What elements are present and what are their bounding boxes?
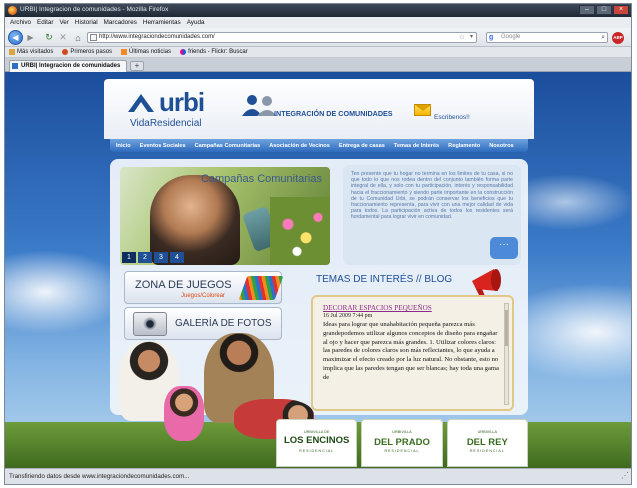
bookmarks-toolbar: Más visitados Primeros pasos Últimas not… <box>5 47 631 58</box>
nav-entrega-de-casas[interactable]: Entrega de casas <box>339 143 385 149</box>
brand-links: URBIVILLA DE LOS ENCINOS RESIDENCIAL URB… <box>276 419 528 467</box>
crayons-icon <box>238 276 284 300</box>
urbi-logo-word[interactable]: urbi <box>159 89 205 115</box>
campaign-slider[interactable]: Campañas Comunitarias 1 2 3 4 <box>120 167 330 265</box>
urbi-logo-sub: VidaResidencial <box>130 118 202 129</box>
stop-button[interactable]: ✕ <box>57 31 69 44</box>
site-nav: Inicio Eventos Sociales Campañas Comunit… <box>110 139 528 152</box>
urbi-logo-mark[interactable] <box>126 92 156 114</box>
home-button[interactable]: ⌂ <box>72 31 84 44</box>
blog-post-date: 16 Jul 2009 7:44 pm <box>323 313 373 319</box>
menu-herramientas[interactable]: Herramientas <box>143 19 181 26</box>
firefox-icon <box>8 6 17 15</box>
maximize-button[interactable]: □ <box>596 5 612 15</box>
address-bar[interactable]: http://www.integraciondecomunidades.com/… <box>87 32 477 43</box>
zona-de-juegos-banner[interactable]: ZONA DE JUEGOS Juegos/Colorear <box>124 271 284 304</box>
close-button[interactable]: × <box>613 5 629 15</box>
slider-title: Campañas Comunitarias <box>200 173 322 185</box>
contact-link[interactable]: Escribenos!! <box>434 114 470 121</box>
google-icon[interactable]: g <box>489 33 493 42</box>
title-bar: URBI| Integracion de comunidades - Mozil… <box>5 4 631 17</box>
history-dropdown-icon[interactable]: ▾ <box>470 33 473 42</box>
bookmark-ultimas-noticias[interactable]: Últimas noticias <box>121 49 171 55</box>
folder-icon <box>9 49 15 55</box>
menu-ver[interactable]: Ver <box>59 19 68 26</box>
menu-historial[interactable]: Historial <box>75 19 98 26</box>
slider-page-3[interactable]: 3 <box>154 252 168 263</box>
brand-del-rey[interactable]: URBIVILLA DEL REY RESIDENCIAL <box>446 419 528 467</box>
reload-button[interactable]: ↻ <box>43 31 55 44</box>
new-tab-button[interactable]: + <box>130 61 144 71</box>
intro-text: Ten presente que tu hogar no termina en … <box>351 171 513 221</box>
status-bar: Transfiriendo datos desde www.integracio… <box>5 468 631 484</box>
bookmark-primeros-pasos[interactable]: Primeros pasos <box>62 49 112 55</box>
menu-bar: Archivo Editar Ver Historial Marcadores … <box>5 17 631 28</box>
nav-inicio[interactable]: Inicio <box>116 143 131 149</box>
browser-window: URBI| Integracion de comunidades - Mozil… <box>4 3 632 485</box>
nav-reglamento[interactable]: Reglamento <box>448 143 480 149</box>
menu-ayuda[interactable]: Ayuda <box>187 19 205 26</box>
bookmark-mas-visitados[interactable]: Más visitados <box>9 49 53 55</box>
tab-strip: URBI| Integracion de comunidades + <box>5 58 631 72</box>
tab-urbi[interactable]: URBI| Integracion de comunidades <box>9 60 127 72</box>
navigation-toolbar: ◀ ▶ ↻ ✕ ⌂ http://www.integraciondecomuni… <box>5 28 631 47</box>
menu-editar[interactable]: Editar <box>37 19 53 26</box>
speech-bubble-icon: ··· <box>490 237 518 259</box>
menu-marcadores[interactable]: Marcadores <box>104 19 137 26</box>
window-title: URBI| Integracion de comunidades - Mozil… <box>20 6 169 13</box>
megaphone-icon <box>472 269 501 297</box>
tab-title: URBI| Integracion de comunidades <box>21 63 121 69</box>
slider-page-4[interactable]: 4 <box>170 252 184 263</box>
firefox-small-icon <box>62 49 69 55</box>
nav-temas-de-interes[interactable]: Temas de Interés <box>394 143 439 149</box>
flowers-image <box>270 197 330 265</box>
nav-campanas-comunitarias[interactable]: Campañas Comunitarias <box>195 143 261 149</box>
resize-grip-icon[interactable]: ⋰ <box>621 472 629 480</box>
slider-page-2[interactable]: 2 <box>138 252 152 263</box>
envelope-icon[interactable] <box>414 104 431 116</box>
slider-pager: 1 2 3 4 <box>122 252 184 263</box>
galeria-de-fotos-title: GALERÍA DE FOTOS <box>175 318 272 329</box>
tab-favicon <box>12 63 18 69</box>
back-button[interactable]: ◀ <box>8 30 23 45</box>
url-text: http://www.integraciondecomunidades.com/ <box>99 34 215 40</box>
blog-scrollbar[interactable] <box>504 303 509 405</box>
slider-page-1[interactable]: 1 <box>122 252 136 263</box>
galeria-de-fotos-banner[interactable]: GALERÍA DE FOTOS <box>124 307 282 340</box>
site-identity-icon[interactable] <box>90 34 97 41</box>
family-girl <box>164 386 204 441</box>
bookmark-star-icon[interactable]: ☆ <box>459 33 465 42</box>
flickr-icon <box>180 49 187 55</box>
nav-eventos-sociales[interactable]: Eventos Sociales <box>140 143 186 149</box>
blog-heading: TEMAS DE INTERÉS // BLOG <box>316 274 453 285</box>
brand-los-encinos[interactable]: URBIVILLA DE LOS ENCINOS RESIDENCIAL <box>276 419 358 467</box>
nav-asociacion-de-vecinos[interactable]: Asociación de Vecinos <box>269 143 330 149</box>
zona-de-juegos-subtitle: Juegos/Colorear <box>181 293 226 299</box>
blog-post-title[interactable]: DECORAR ESPACIOS PEQUEÑOS <box>323 304 502 312</box>
search-placeholder: Google <box>501 34 521 40</box>
search-icon[interactable]: ⌕ <box>601 33 605 42</box>
website: urbi VidaResidencial INTEGRACIÓN DE COMU… <box>104 79 534 468</box>
page-viewport: urbi VidaResidencial INTEGRACIÓN DE COMU… <box>5 72 631 468</box>
adblock-icon[interactable]: ABP <box>612 32 624 44</box>
minimize-button[interactable]: – <box>579 5 595 15</box>
zona-de-juegos-title: ZONA DE JUEGOS <box>135 279 232 291</box>
camera-icon <box>133 312 167 336</box>
rss-icon <box>121 49 128 55</box>
status-text: Transfiriendo datos desde www.integracio… <box>9 473 190 480</box>
brand-del-prado[interactable]: URBIVILLA DEL PRADO RESIDENCIAL <box>361 419 443 467</box>
forward-button[interactable]: ▶ <box>23 31 38 44</box>
site-header: urbi VidaResidencial INTEGRACIÓN DE COMU… <box>104 79 534 139</box>
menu-archivo[interactable]: Archivo <box>10 19 31 26</box>
nav-nosotros[interactable]: Nosotros <box>489 143 514 149</box>
search-box[interactable]: g Google ⌕ <box>486 32 608 43</box>
bookmark-flickr[interactable]: friends - Flickr: Buscar <box>180 49 248 55</box>
header-tagline: INTEGRACIÓN DE COMUNIDADES <box>274 109 393 118</box>
